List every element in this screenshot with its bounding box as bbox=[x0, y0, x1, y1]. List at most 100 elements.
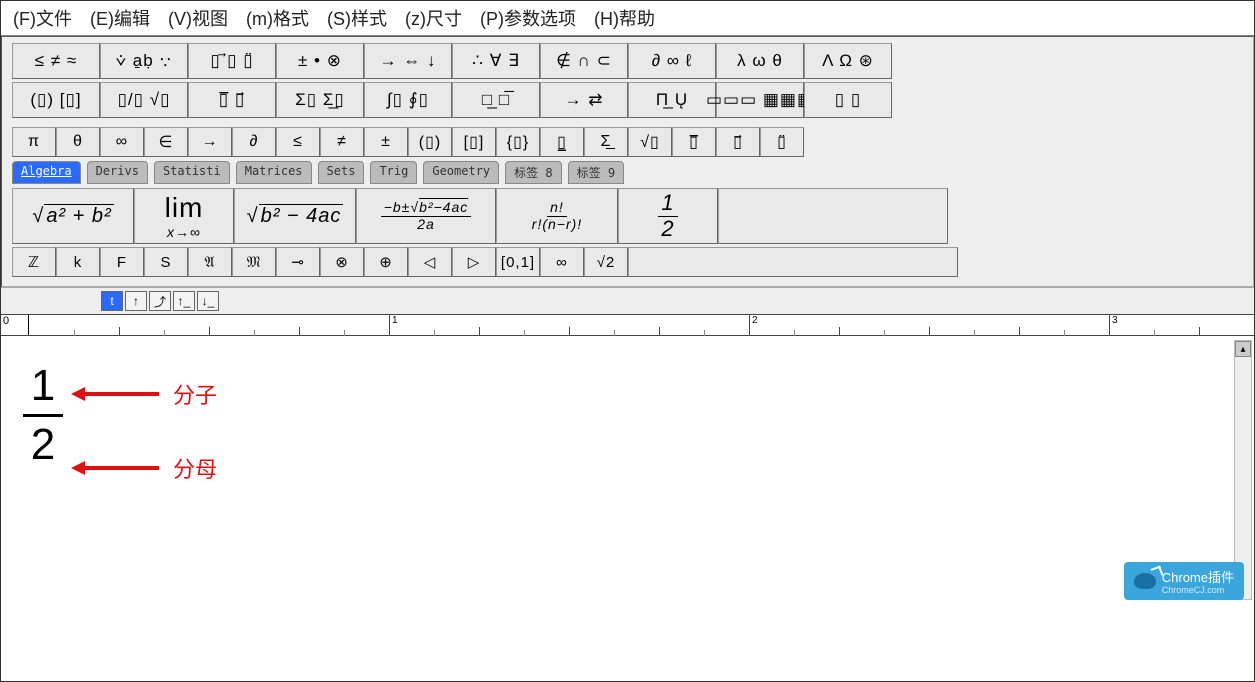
pal-r2-0[interactable]: (▯) [▯] bbox=[12, 82, 100, 118]
pal-r2-9[interactable]: ▯ ▯ bbox=[804, 82, 892, 118]
pal-r3-7[interactable]: ≠ bbox=[320, 127, 364, 157]
pal-r1-8[interactable]: λ ω θ bbox=[716, 43, 804, 79]
pal-r2-6[interactable]: → ⇄ bbox=[540, 82, 628, 118]
pal-r3-17[interactable]: ▯̈ bbox=[760, 127, 804, 157]
pal-r1-1[interactable]: ⩒ a̱ḅ ∵ bbox=[100, 43, 188, 79]
pal-r5-2[interactable]: F bbox=[100, 247, 144, 277]
tmpl-sqrt-discriminant[interactable]: √b² − 4ac bbox=[234, 188, 356, 244]
tab-derivs[interactable]: Derivs bbox=[87, 161, 148, 184]
pal-r3-14[interactable]: √▯ bbox=[628, 127, 672, 157]
pal-r5-3[interactable]: S bbox=[144, 247, 188, 277]
nav-down-button[interactable]: ↓_ bbox=[197, 291, 219, 311]
pal-r3-1[interactable]: θ bbox=[56, 127, 100, 157]
pal-r3-5[interactable]: ∂ bbox=[232, 127, 276, 157]
fraction-numerator[interactable]: 1 bbox=[23, 364, 63, 408]
tab-matrices[interactable]: Matrices bbox=[236, 161, 312, 184]
pal-r5-4[interactable]: 𝔄 bbox=[188, 247, 232, 277]
pal-r1-5[interactable]: ∴ ∀ ∃ bbox=[452, 43, 540, 79]
pal-r5-10[interactable]: ▷ bbox=[452, 247, 496, 277]
palette-row-2: (▯) [▯] ▯/▯ √▯ ▯̅ ▯⃗ Σ▯ Σ̲▯ ∫▯ ∮▯ □̲ □̅ … bbox=[12, 82, 1243, 118]
pal-r5-12[interactable]: ∞ bbox=[540, 247, 584, 277]
fraction-display[interactable]: 1 2 bbox=[23, 364, 63, 467]
pal-r3-10[interactable]: [▯] bbox=[452, 127, 496, 157]
pal-r3-11[interactable]: {▯} bbox=[496, 127, 540, 157]
pal-r1-2[interactable]: ▯ ⃗▯ ▯̈ bbox=[188, 43, 276, 79]
pal-r2-3[interactable]: Σ▯ Σ̲▯ bbox=[276, 82, 364, 118]
watermark-sub: ChromeCJ.com bbox=[1162, 586, 1234, 595]
pal-r3-0[interactable]: π bbox=[12, 127, 56, 157]
pal-r5-1[interactable]: k bbox=[56, 247, 100, 277]
pal-r5-8[interactable]: ⊕ bbox=[364, 247, 408, 277]
pal-r2-2[interactable]: ▯̅ ▯⃗ bbox=[188, 82, 276, 118]
pal-r2-4[interactable]: ∫▯ ∮▯ bbox=[364, 82, 452, 118]
tmpl-sqrt-a2b2[interactable]: √a² + b² bbox=[12, 188, 134, 244]
menu-help[interactable]: (H)帮助 bbox=[594, 5, 655, 31]
pal-r1-6[interactable]: ∉ ∩ ⊂ bbox=[540, 43, 628, 79]
menu-view[interactable]: (V)视图 bbox=[168, 5, 228, 31]
tab-trig[interactable]: Trig bbox=[370, 161, 417, 184]
snail-icon bbox=[1134, 573, 1156, 589]
annotation-denominator: 分母 bbox=[71, 452, 217, 484]
tab-geometry[interactable]: Geometry bbox=[423, 161, 499, 184]
nav-up2-button[interactable]: ↑_ bbox=[173, 291, 195, 311]
pal-r3-6[interactable]: ≤ bbox=[276, 127, 320, 157]
watermark-badge: Chrome插件 ChromeCJ.com bbox=[1124, 562, 1244, 600]
menu-format[interactable]: (m)格式 bbox=[246, 5, 309, 31]
tab-sets[interactable]: Sets bbox=[318, 161, 365, 184]
tmpl-empty[interactable] bbox=[718, 188, 948, 244]
scroll-up-icon[interactable]: ▴ bbox=[1235, 341, 1251, 357]
fraction-bar bbox=[23, 414, 63, 417]
tmpl-quadratic-formula[interactable]: −b±√b²−4ac2a bbox=[356, 188, 496, 244]
ruler-tick-3: 3 bbox=[1109, 315, 1118, 335]
pal-r2-8[interactable]: ▭▭▭ ▦▦▦ bbox=[716, 82, 804, 118]
pal-r1-7[interactable]: ∂ ∞ ℓ bbox=[628, 43, 716, 79]
tmpl-combination[interactable]: n!r!(n−r)! bbox=[496, 188, 618, 244]
pal-r2-7[interactable]: Π̲ Ų bbox=[628, 82, 716, 118]
pal-r2-5[interactable]: □̲ □̅ bbox=[452, 82, 540, 118]
pal-r5-11[interactable]: [0,1] bbox=[496, 247, 540, 277]
annotation-numerator: 分子 bbox=[71, 378, 217, 410]
pal-r3-8[interactable]: ± bbox=[364, 127, 408, 157]
nav-t-button[interactable]: t bbox=[101, 291, 123, 311]
pal-r3-2[interactable]: ∞ bbox=[100, 127, 144, 157]
pal-r1-4[interactable]: → ⇔ ↓ bbox=[364, 43, 452, 79]
equation-canvas[interactable]: 1 2 分子 分母 ▴ Chrome插件 ChromeCJ.com bbox=[1, 336, 1254, 606]
vertical-scrollbar[interactable]: ▴ bbox=[1234, 340, 1252, 600]
pal-r3-3[interactable]: ∈ bbox=[144, 127, 188, 157]
pal-r3-12[interactable]: ▯̲ bbox=[540, 127, 584, 157]
pal-r1-3[interactable]: ± • ⊗ bbox=[276, 43, 364, 79]
tmpl-one-half[interactable]: 12 bbox=[618, 188, 718, 244]
pal-r1-9[interactable]: Λ Ω ⊛ bbox=[804, 43, 892, 79]
pal-r5-5[interactable]: 𝔐 bbox=[232, 247, 276, 277]
pal-r1-0[interactable]: ≤ ≠ ≈ bbox=[12, 43, 100, 79]
symbol-palette-area: ≤ ≠ ≈ ⩒ a̱ḅ ∵ ▯ ⃗▯ ▯̈ ± • ⊗ → ⇔ ↓ ∴ ∀ ∃ … bbox=[1, 36, 1254, 287]
nav-up-button[interactable]: ↑ bbox=[125, 291, 147, 311]
pal-r3-13[interactable]: Σ̲ bbox=[584, 127, 628, 157]
pal-r3-9[interactable]: (▯) bbox=[408, 127, 452, 157]
tab-label9[interactable]: 标签 9 bbox=[568, 161, 624, 184]
pal-r5-7[interactable]: ⊗ bbox=[320, 247, 364, 277]
menu-file[interactable]: (F)文件 bbox=[13, 5, 72, 31]
pal-r5-9[interactable]: ◁ bbox=[408, 247, 452, 277]
menu-params[interactable]: (P)参数选项 bbox=[480, 5, 576, 31]
tab-algebra[interactable]: Algebra bbox=[12, 161, 81, 184]
fraction-denominator[interactable]: 2 bbox=[23, 423, 63, 467]
palette-row-1: ≤ ≠ ≈ ⩒ a̱ḅ ∵ ▯ ⃗▯ ▯̈ ± • ⊗ → ⇔ ↓ ∴ ∀ ∃ … bbox=[12, 43, 1243, 79]
pal-r5-0[interactable]: ℤ bbox=[12, 247, 56, 277]
pal-r3-4[interactable]: → bbox=[188, 127, 232, 157]
pal-r5-13[interactable]: √2 bbox=[584, 247, 628, 277]
menu-size[interactable]: (z)尺寸 bbox=[405, 5, 462, 31]
nav-jump-button[interactable]: ⤴ bbox=[149, 291, 171, 311]
tab-statisti[interactable]: Statisti bbox=[154, 161, 230, 184]
tmpl-limit[interactable]: limx→∞ bbox=[134, 188, 234, 244]
menu-style[interactable]: (S)样式 bbox=[327, 5, 387, 31]
pal-r2-1[interactable]: ▯/▯ √▯ bbox=[100, 82, 188, 118]
pal-r3-16[interactable]: ▯⃗ bbox=[716, 127, 760, 157]
pal-r5-6[interactable]: ⊸ bbox=[276, 247, 320, 277]
tab-label8[interactable]: 标签 8 bbox=[505, 161, 561, 184]
label-denominator: 分母 bbox=[173, 452, 217, 484]
menu-edit[interactable]: (E)编辑 bbox=[90, 5, 150, 31]
pal-r3-15[interactable]: ▯̅ bbox=[672, 127, 716, 157]
ruler-tick-2: 2 bbox=[749, 315, 758, 335]
palette-tabs: Algebra Derivs Statisti Matrices Sets Tr… bbox=[12, 161, 1243, 184]
